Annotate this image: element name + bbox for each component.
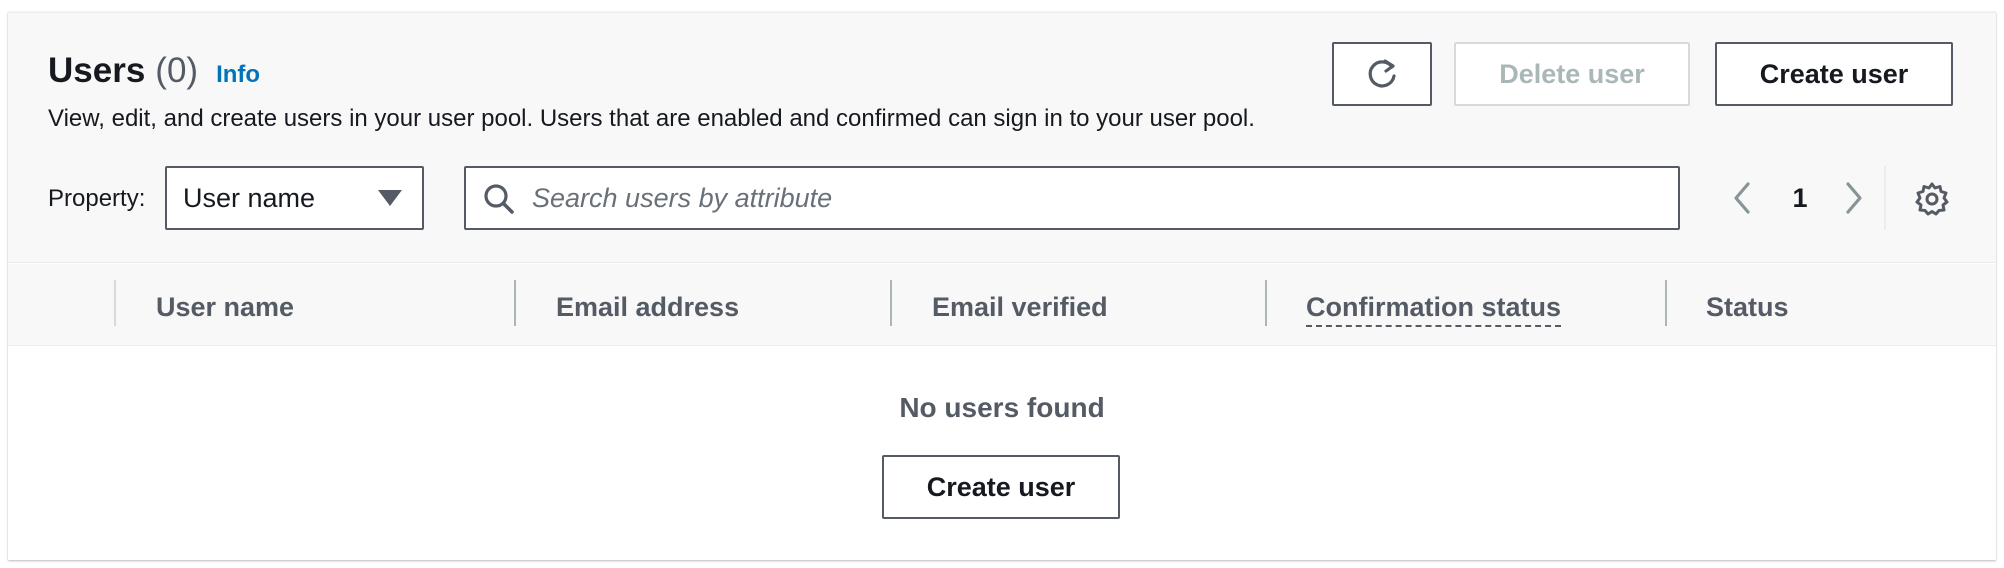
search-box[interactable] [464,166,1680,230]
page-title: Users [48,51,146,90]
user-count: (0) [155,51,199,90]
chevron-left-icon[interactable] [1728,179,1758,217]
refresh-icon [1368,59,1396,88]
column-header-status[interactable]: Status [1706,292,1789,323]
caret-down-icon [378,190,402,206]
column-divider[interactable] [890,280,892,326]
table-header: User name Email address Email verified C… [8,264,1996,346]
chevron-right-icon[interactable] [1838,179,1868,217]
column-divider[interactable] [1265,280,1267,326]
property-label: Property: [48,185,146,212]
column-header-email-address[interactable]: Email address [556,292,739,323]
gear-icon[interactable] [1914,181,1950,217]
pager-divider [1884,166,1886,230]
users-header: Users (0) Info View, edit, and create us… [8,13,1996,263]
users-panel: Users (0) Info View, edit, and create us… [8,12,1996,560]
column-divider [114,280,116,326]
search-icon [484,184,514,214]
column-header-user-name[interactable]: User name [156,292,294,323]
page-description: View, edit, and create users in your use… [48,105,1255,132]
column-divider[interactable] [1665,280,1667,326]
search-input[interactable] [530,168,1670,228]
column-divider[interactable] [514,280,516,326]
property-select-value: User name [183,182,316,213]
title-row: Users (0) Info [48,51,260,91]
property-select[interactable]: User name [165,166,424,230]
delete-user-button[interactable]: Delete user [1454,42,1690,106]
page-number[interactable]: 1 [1780,183,1820,214]
column-header-confirmation-status[interactable]: Confirmation status [1306,292,1562,327]
create-user-button[interactable]: Create user [1715,42,1953,106]
refresh-button[interactable] [1332,42,1432,106]
info-link[interactable]: Info [216,61,260,89]
column-header-email-verified[interactable]: Email verified [932,292,1108,323]
empty-state-create-user-button[interactable]: Create user [882,455,1120,519]
empty-state-message: No users found [899,392,1105,423]
